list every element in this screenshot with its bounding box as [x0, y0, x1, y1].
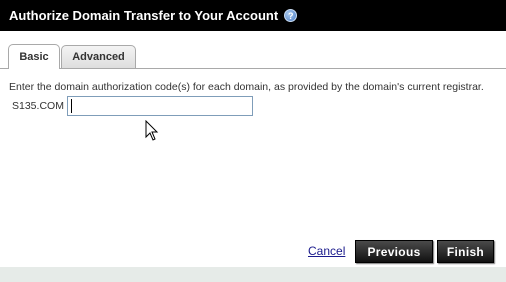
- tab-advanced-label: Advanced: [72, 51, 125, 63]
- instructions-text: Enter the domain authorization code(s) f…: [9, 81, 484, 93]
- dialog-footer: [0, 267, 506, 282]
- previous-button[interactable]: Previous: [355, 240, 433, 263]
- help-icon[interactable]: ?: [284, 9, 298, 22]
- finish-button[interactable]: Finish: [437, 240, 494, 263]
- tab-advanced[interactable]: Advanced: [61, 45, 136, 68]
- mouse-pointer-icon: [145, 120, 159, 141]
- tab-basic-label: Basic: [19, 51, 49, 63]
- text-caret: [71, 99, 72, 113]
- tab-divider: [0, 68, 506, 69]
- tab-strip: Basic Advanced: [0, 44, 506, 69]
- tab-basic[interactable]: Basic: [8, 44, 60, 69]
- dialog-titlebar: Authorize Domain Transfer to Your Accoun…: [0, 0, 506, 31]
- auth-code-input[interactable]: [67, 96, 253, 116]
- dialog-title: Authorize Domain Transfer to Your Accoun…: [9, 8, 279, 23]
- cancel-link[interactable]: Cancel: [308, 244, 345, 258]
- domain-name-label: S135.COM: [12, 100, 64, 112]
